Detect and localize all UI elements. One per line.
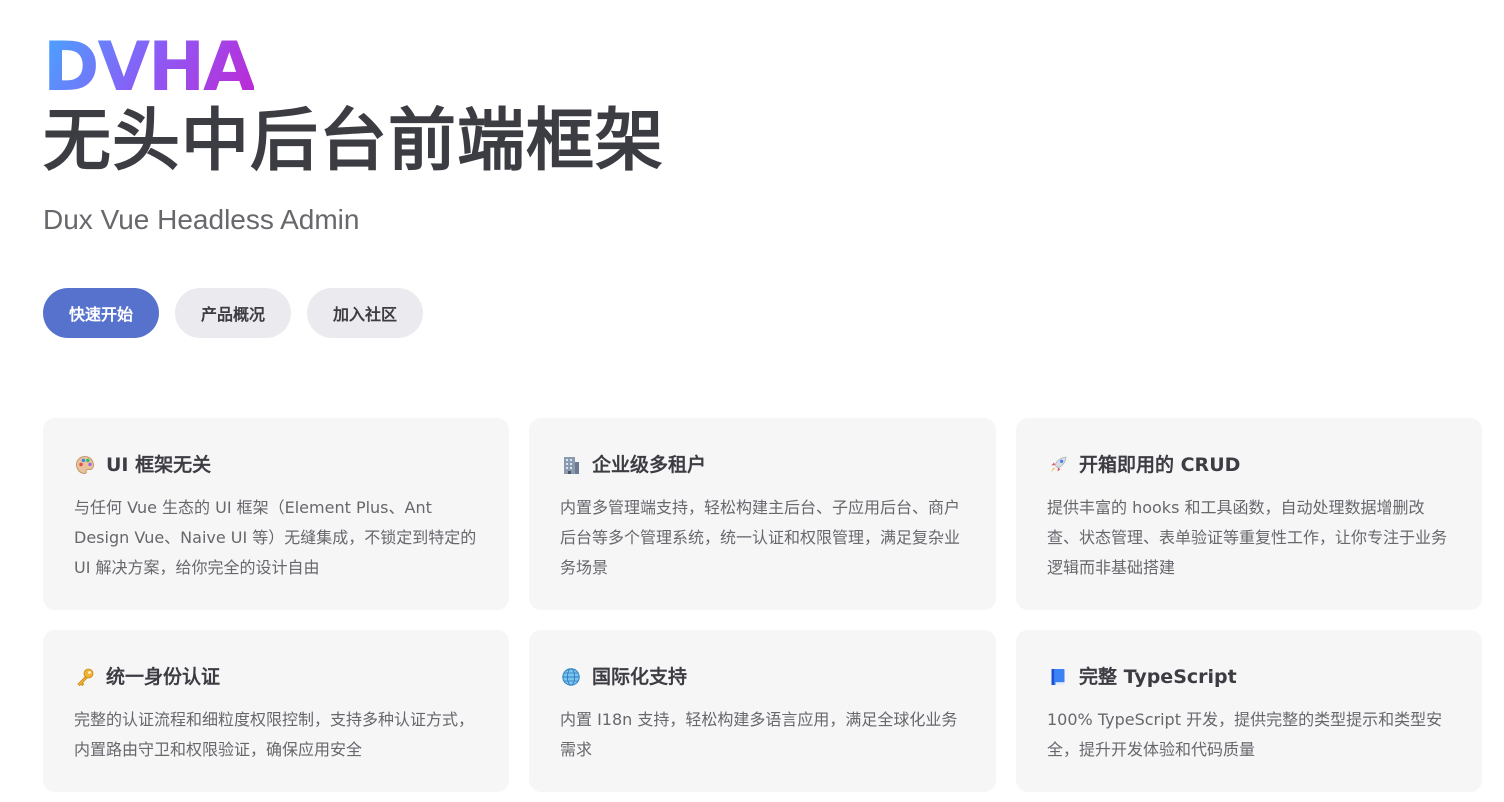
feature-description: 与任何 Vue 生态的 UI 框架（Element Plus、Ant Desig… (74, 498, 477, 577)
blue-book-icon (1047, 666, 1069, 688)
hero-headline: 无头中后台前端框架 (43, 102, 665, 181)
hero-tagline: Dux Vue Headless Admin (43, 204, 360, 235)
feature-card: 统一身份认证 完整的认证流程和细粒度权限控制，支持多种认证方式，内置路由守卫和权… (43, 630, 509, 792)
feature-title: 统一身份认证 (106, 666, 221, 688)
feature-title: 完整 TypeScript (1079, 666, 1237, 688)
feature-title: UI 框架无关 (106, 454, 212, 476)
brand-name: DVHA (43, 28, 256, 107)
feature-title: 开箱即用的 CRUD (1079, 454, 1241, 476)
overview-button[interactable]: 产品概况 (175, 288, 292, 338)
globe-icon (560, 666, 582, 688)
feature-card: 开箱即用的 CRUD 提供丰富的 hooks 和工具函数，自动处理数据增删改查、… (1016, 418, 1482, 610)
feature-description: 完整的认证流程和细粒度权限控制，支持多种认证方式，内置路由守卫和权限验证，确保应… (74, 710, 475, 759)
rocket-icon (1047, 454, 1069, 476)
feature-card: UI 框架无关 与任何 Vue 生态的 UI 框架（Element Plus、A… (43, 418, 509, 610)
hero-actions: 快速开始 产品概况 加入社区 (43, 288, 424, 338)
key-icon (74, 666, 96, 688)
feature-description: 100% TypeScript 开发，提供完整的类型提示和类型安全，提升开发体验… (1047, 710, 1443, 759)
feature-description: 提供丰富的 hooks 和工具函数，自动处理数据增删改查、状态管理、表单验证等重… (1047, 498, 1448, 577)
feature-title: 企业级多租户 (592, 454, 707, 476)
join-community-button[interactable]: 加入社区 (307, 288, 424, 338)
hero: DVHA 无头中后台前端框架 Dux Vue Headless Admin (43, 28, 943, 238)
office-building-icon (560, 454, 582, 476)
feature-description: 内置多管理端支持，轻松构建主后台、子应用后台、商户后台等多个管理系统，统一认证和… (560, 498, 961, 577)
feature-title: 国际化支持 (592, 666, 688, 688)
feature-description: 内置 I18n 支持，轻松构建多语言应用，满足全球化业务需求 (560, 710, 958, 759)
home-page: DVHA 无头中后台前端框架 Dux Vue Headless Admin 快速… (0, 0, 1504, 802)
palette-icon (74, 454, 96, 476)
feature-card: 国际化支持 内置 I18n 支持，轻松构建多语言应用，满足全球化业务需求 (529, 630, 996, 792)
get-started-button[interactable]: 快速开始 (43, 288, 160, 338)
feature-card: 企业级多租户 内置多管理端支持，轻松构建主后台、子应用后台、商户后台等多个管理系… (529, 418, 996, 610)
feature-grid: UI 框架无关 与任何 Vue 生态的 UI 框架（Element Plus、A… (43, 418, 1482, 792)
feature-card: 完整 TypeScript 100% TypeScript 开发，提供完整的类型… (1016, 630, 1482, 792)
